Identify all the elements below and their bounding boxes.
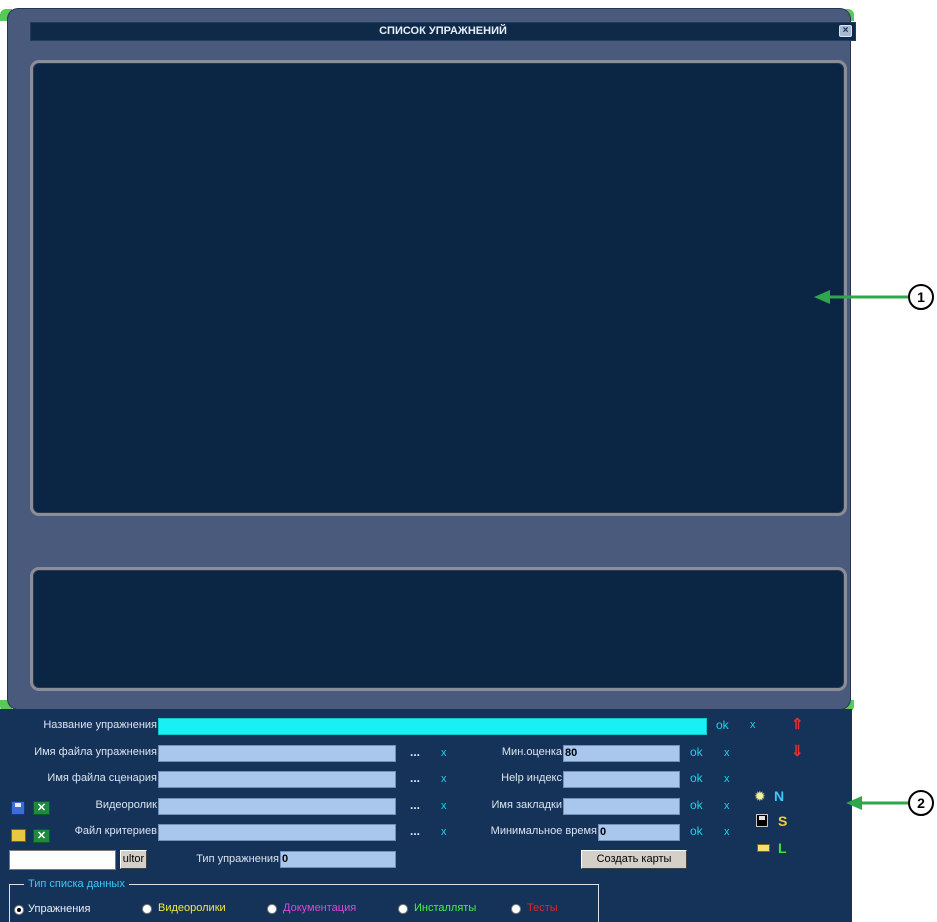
scenario-file-label: Имя файла сценария (47, 772, 157, 784)
exercise-file-clear[interactable]: x (441, 747, 447, 759)
bookmark-name-ok[interactable]: ok (690, 798, 703, 812)
description-panel[interactable] (30, 567, 847, 691)
close-icon[interactable]: × (839, 25, 852, 37)
annotation-marker-2: 2 (908, 790, 934, 816)
move-up-icon[interactable]: ⇑ (791, 715, 804, 733)
radio-documentation[interactable] (267, 904, 277, 914)
ultor-button[interactable]: ultor (120, 850, 147, 869)
min-score-clear[interactable]: x (724, 747, 730, 759)
annotation-marker-1: 1 (908, 284, 934, 310)
move-down-icon[interactable]: ⇓ (791, 742, 804, 760)
exercise-file-browse[interactable]: ... (410, 745, 420, 759)
help-index-label: Help индекс (501, 772, 562, 784)
radio-exercises-label: Упражнения (28, 903, 91, 915)
exercise-name-clear[interactable]: x (750, 719, 756, 731)
exercise-type-label: Тип упражнения (196, 853, 279, 865)
bookmark-name-clear[interactable]: x (724, 800, 730, 812)
radio-installers-label: Инсталляты (414, 902, 477, 914)
filter-input[interactable] (9, 850, 116, 870)
min-time-input[interactable]: 0 (598, 824, 680, 841)
criteria-file-label: Файл критериев (74, 825, 157, 837)
min-score-label: Мин.оценка (501, 746, 562, 758)
save-label: S (778, 813, 788, 829)
annotation-arrowhead-2 (846, 796, 862, 810)
bookmark-name-label: Имя закладки (491, 799, 563, 811)
exercise-name-label: Название упражнения (43, 719, 157, 731)
radio-videos[interactable] (142, 904, 152, 914)
radio-videos-label: Видеоролики (158, 902, 226, 914)
video-clear[interactable]: x (441, 800, 447, 812)
data-list-type-legend: Тип списка данных (24, 878, 129, 890)
min-time-label: Минимальное время (490, 825, 597, 837)
min-time-clear[interactable]: x (724, 826, 730, 838)
radio-installers[interactable] (398, 904, 408, 914)
min-score-ok[interactable]: ok (690, 745, 703, 759)
new-label: N (774, 788, 785, 804)
help-index-input[interactable] (563, 771, 680, 788)
criteria-file-input[interactable] (158, 824, 396, 841)
min-score-input[interactable]: 80 (563, 745, 680, 762)
save-disk-icon[interactable] (756, 814, 768, 827)
load-label: L (778, 840, 787, 856)
exercise-name-ok[interactable]: ok (716, 718, 729, 732)
help-index-ok[interactable]: ok (690, 771, 703, 785)
exercise-list-panel[interactable] (30, 60, 847, 516)
load-folder-icon[interactable] (757, 844, 770, 852)
criteria-file-clear[interactable]: x (441, 826, 447, 838)
window-title: СПИСОК УПРАЖНЕНИЙ (379, 25, 507, 37)
scenario-file-clear[interactable]: x (441, 773, 447, 785)
exercise-file-input[interactable] (158, 745, 396, 762)
bookmark-name-input[interactable] (563, 798, 680, 815)
radio-tests[interactable] (511, 904, 521, 914)
title-bar[interactable]: СПИСОК УПРАЖНЕНИЙ × (30, 22, 856, 41)
scenario-file-input[interactable] (158, 771, 396, 788)
criteria-file-browse[interactable]: ... (410, 824, 420, 838)
annotation-arrowhead-1 (814, 290, 830, 304)
radio-exercises[interactable] (14, 905, 24, 915)
create-cards-button[interactable]: Создать карты (581, 850, 687, 869)
exercise-file-label: Имя файла упражнения (34, 746, 157, 758)
new-icon[interactable]: ✹ (754, 788, 770, 804)
exercise-type-input[interactable]: 0 (280, 851, 396, 868)
exercise-name-input[interactable] (158, 718, 707, 735)
video-input[interactable] (158, 798, 396, 815)
scenario-file-browse[interactable]: ... (410, 771, 420, 785)
min-time-ok[interactable]: ok (690, 824, 703, 838)
radio-documentation-label: Документация (283, 902, 357, 914)
video-label: Видеоролик (95, 799, 157, 811)
radio-tests-label: Тесты (527, 902, 558, 914)
video-browse[interactable]: ... (410, 798, 420, 812)
help-index-clear[interactable]: x (724, 773, 730, 785)
annotation-arrows (814, 290, 908, 810)
